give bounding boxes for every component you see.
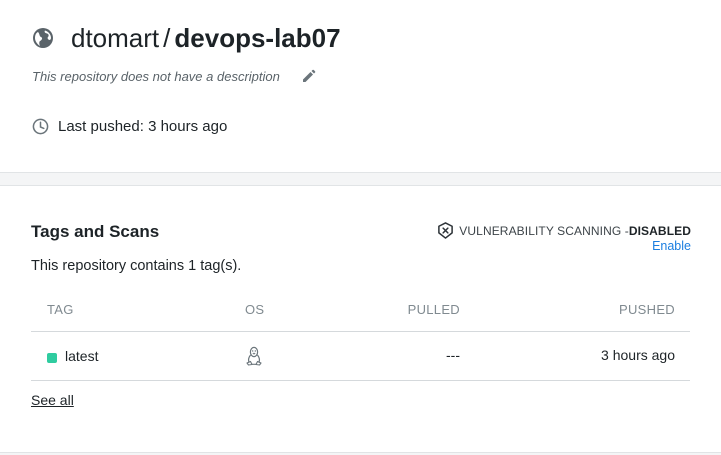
pulled-value: --- <box>446 347 460 363</box>
tags-table: TAG OS PULLED PUSHED latest --- 3 hours … <box>31 294 690 381</box>
pencil-icon[interactable] <box>302 69 316 83</box>
repo-title: dtomart / devops-lab07 <box>31 22 341 54</box>
column-header-pulled[interactable]: PULLED <box>408 302 460 317</box>
repo-header-card: dtomart / devops-lab07 This repository d… <box>0 0 721 173</box>
vulnerability-scanning-status: VULNERABILITY SCANNING - DISABLED <box>437 222 691 239</box>
tag-name[interactable]: latest <box>65 348 98 364</box>
column-header-pushed[interactable]: PUSHED <box>619 302 675 317</box>
see-all-link[interactable]: See all <box>31 392 74 408</box>
linux-icon <box>246 346 262 366</box>
clock-icon <box>32 118 49 135</box>
vuln-status: DISABLED <box>628 223 691 238</box>
pushed-value: 3 hours ago <box>601 347 675 363</box>
enable-scanning-link[interactable]: Enable <box>652 239 691 253</box>
last-pushed: Last pushed: 3 hours ago <box>32 118 227 135</box>
tag-status-dot <box>47 353 57 363</box>
table-header: TAG OS PULLED PUSHED <box>31 294 690 332</box>
tags-and-scans-card: Tags and Scans This repository contains … <box>0 185 721 453</box>
repo-name: devops-lab07 <box>174 22 341 53</box>
column-header-tag[interactable]: TAG <box>47 302 74 317</box>
last-pushed-text: Last pushed: 3 hours ago <box>58 118 228 135</box>
vuln-label: VULNERABILITY SCANNING - <box>459 223 629 238</box>
section-title: Tags and Scans <box>31 222 160 241</box>
shield-x-icon <box>438 222 454 239</box>
globe-icon <box>33 28 53 48</box>
repo-description: This repository does not have a descript… <box>32 69 280 84</box>
tag-count-text: This repository contains 1 tag(s). <box>31 258 242 274</box>
repo-namespace[interactable]: dtomart <box>71 23 159 54</box>
column-header-os: OS <box>245 302 265 317</box>
repo-separator: / <box>163 22 171 53</box>
table-row[interactable]: latest --- 3 hours ago <box>31 332 690 381</box>
